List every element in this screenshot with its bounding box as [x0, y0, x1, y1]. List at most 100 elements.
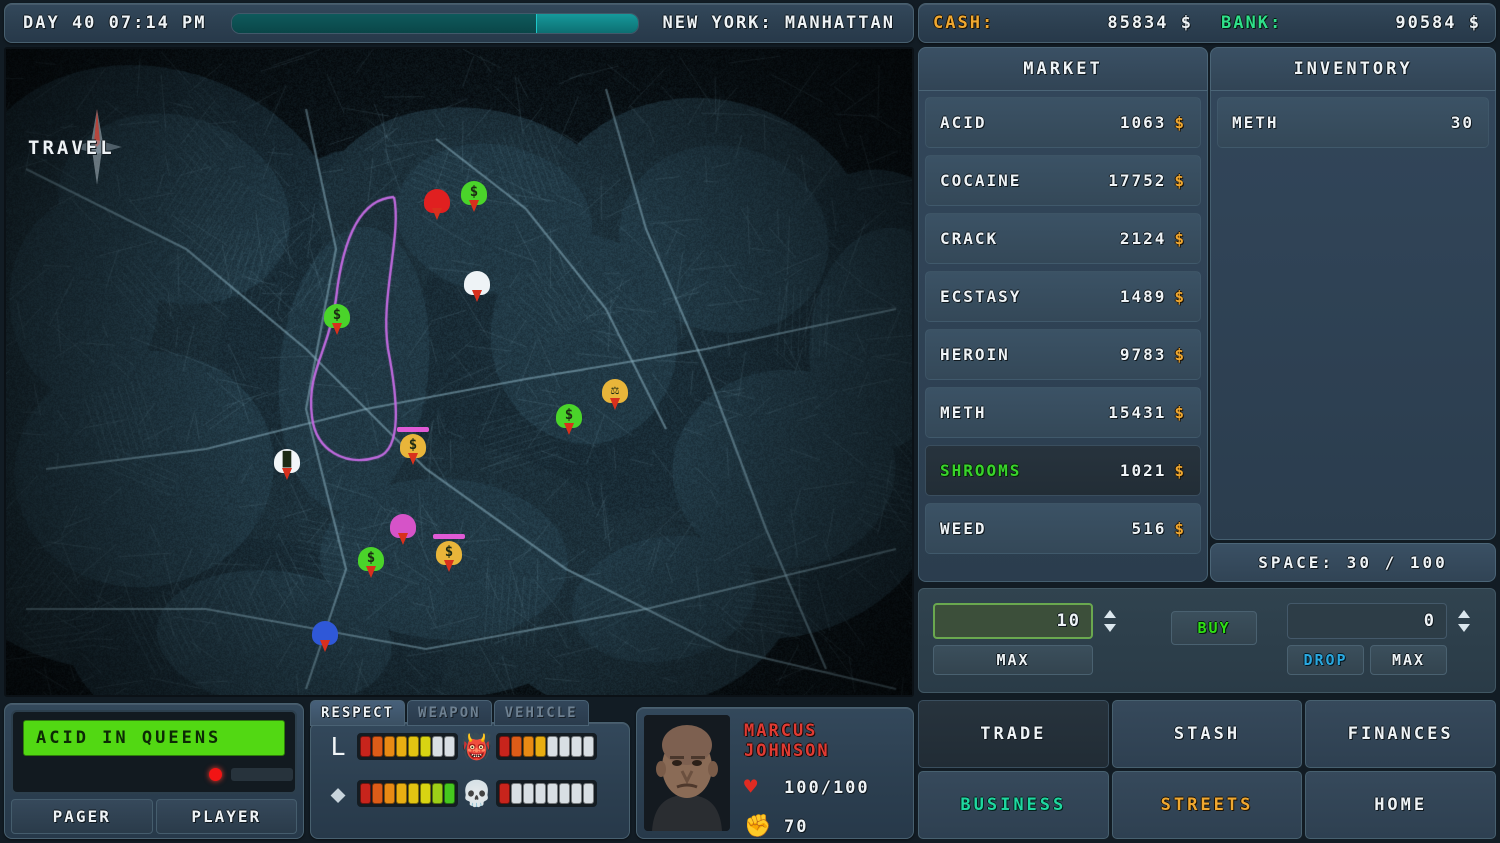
heart-icon: ♥ [744, 775, 784, 800]
pager-screen: ACID IN QUEENS [23, 720, 285, 756]
stat-segment [372, 783, 383, 804]
market-item-name: ACID [940, 113, 1120, 132]
tab-vehicle-label: VEHICLE [505, 705, 578, 721]
currency-icon: $ [1174, 345, 1186, 364]
currency-icon: $ [1174, 113, 1186, 132]
action-button-trade[interactable]: TRADE [918, 700, 1109, 768]
action-button-finances[interactable]: FINANCES [1305, 700, 1496, 768]
buy-button[interactable]: BUY [1171, 611, 1257, 645]
stat-segment [571, 783, 582, 804]
blue-marker[interactable] [312, 621, 338, 655]
market-row[interactable]: WEED 516 $ [925, 503, 1201, 554]
tab-respect[interactable]: RESPECT [310, 700, 405, 726]
market-item-price: 15431 [1108, 403, 1166, 422]
city-map[interactable]: TRAVEL $ $ $ ⚖ $ █ $ $ [4, 47, 914, 697]
tab-respect-label: RESPECT [321, 705, 394, 721]
buy-spinner-arrows-icon[interactable] [1099, 608, 1121, 634]
market-row[interactable]: COCAINE 17752 $ [925, 155, 1201, 206]
character-panel: MARCUS JOHNSON ♥ 100/100 ✊ 70 [636, 707, 914, 839]
stat-segment [408, 783, 419, 804]
market-row[interactable]: ECSTASY 1489 $ [925, 271, 1201, 322]
pager-slot [231, 768, 293, 781]
tab-weapon[interactable]: WEAPON [407, 700, 492, 726]
action-button-stash[interactable]: STASH [1112, 700, 1303, 768]
marker-glyph: $ [556, 405, 582, 426]
gold-marker[interactable]: $ [436, 541, 462, 575]
buy-quantity-value: 10 [1057, 611, 1081, 631]
market-item-price: 1489 [1120, 287, 1167, 306]
sell-spinner-arrows-icon[interactable] [1453, 608, 1475, 634]
buy-quantity-input[interactable]: 10 [933, 603, 1093, 639]
inventory-row[interactable]: METH 30 [1217, 97, 1489, 148]
market-list: ACID 1063 $ COCAINE 17752 $ CRACK 2124 $ ECSTASY 1… [918, 91, 1208, 582]
buy-max-label: MAX [996, 651, 1029, 669]
sell-quantity-stepper[interactable]: 0 [1287, 603, 1475, 639]
sell-quantity-value: 0 [1424, 611, 1436, 631]
stat-segment [523, 736, 534, 757]
currency-icon: $ [1174, 171, 1186, 190]
gold-marker[interactable]: $ [400, 434, 426, 468]
level-icon: L [319, 732, 357, 761]
action-button-business[interactable]: BUSINESS [918, 771, 1109, 839]
market-item-name: WEED [940, 519, 1131, 538]
stat-heat: 👹 [458, 732, 597, 762]
club-marker[interactable] [390, 514, 416, 548]
action-button-home[interactable]: HOME [1305, 771, 1496, 839]
stat-segment [547, 783, 558, 804]
market-item-price: 2124 [1120, 229, 1167, 248]
market-row[interactable]: HEROIN 9783 $ [925, 329, 1201, 380]
tab-player[interactable]: PLAYER [156, 799, 298, 834]
sell-max-button[interactable]: MAX [1370, 645, 1447, 675]
character-info: MARCUS JOHNSON ♥ 100/100 ✊ 70 [730, 715, 906, 831]
market-item-name: COCAINE [940, 171, 1108, 190]
marker-glyph: $ [358, 548, 384, 569]
market-item-name: METH [940, 403, 1108, 422]
drop-button[interactable]: DROP [1287, 645, 1364, 675]
stat-segment [499, 783, 510, 804]
market-item-price: 1063 [1120, 113, 1167, 132]
buy-quantity-stepper[interactable]: 10 [933, 603, 1121, 639]
stat-row: ◆ 💀 [311, 770, 629, 817]
travel-control[interactable]: TRAVEL [28, 137, 115, 159]
tab-player-label: PLAYER [191, 807, 261, 826]
white-marker[interactable] [464, 271, 490, 305]
action-button-streets[interactable]: STREETS [1112, 771, 1303, 839]
money-marker[interactable]: $ [556, 404, 582, 438]
scales-marker[interactable]: ⚖ [602, 379, 628, 413]
heat-bar [496, 733, 597, 760]
sell-max-label: MAX [1392, 651, 1425, 669]
market-row[interactable]: ACID 1063 $ [925, 97, 1201, 148]
tab-pager[interactable]: PAGER [11, 799, 153, 834]
market-row[interactable]: METH 15431 $ [925, 387, 1201, 438]
marker-glyph: $ [436, 542, 462, 563]
stat-segment [583, 736, 594, 757]
stat-level: L [319, 732, 458, 761]
respect-tab-bar: RESPECT WEAPON VEHICLE [310, 700, 589, 726]
day-progress-tip [536, 14, 638, 33]
buy-max-button[interactable]: MAX [933, 645, 1093, 675]
wealth-icon: ◆ [319, 779, 357, 808]
marker-glyph: █ [274, 450, 300, 471]
market-panel: MARKET ACID 1063 $ COCAINE 17752 $ CRACK 2124 $ E… [918, 47, 1208, 582]
money-marker[interactable]: $ [324, 304, 350, 338]
money-marker[interactable]: $ [461, 181, 487, 215]
marker-tail [398, 533, 408, 545]
bank-marker[interactable]: █ [274, 449, 300, 483]
action-button-label: FINANCES [1348, 724, 1454, 744]
money-marker[interactable]: $ [358, 547, 384, 581]
space-panel: SPACE: 30 / 100 [1210, 543, 1496, 582]
market-row[interactable]: CRACK 2124 $ [925, 213, 1201, 264]
day-progress-fill [232, 14, 537, 33]
tab-vehicle[interactable]: VEHICLE [494, 700, 589, 726]
fist-icon: ✊ [744, 814, 784, 839]
sell-quantity-input[interactable]: 0 [1287, 603, 1447, 639]
day-progress-bar [231, 13, 639, 34]
market-row[interactable]: SHROOMS 1021 $ [925, 445, 1201, 496]
stat-segment [396, 736, 407, 757]
skull-marker[interactable] [424, 189, 450, 223]
level-bar [357, 733, 458, 760]
marker-glyph: $ [324, 305, 350, 326]
stat-segment [396, 783, 407, 804]
stat-segment [432, 783, 443, 804]
pager-led-icon [209, 768, 222, 781]
